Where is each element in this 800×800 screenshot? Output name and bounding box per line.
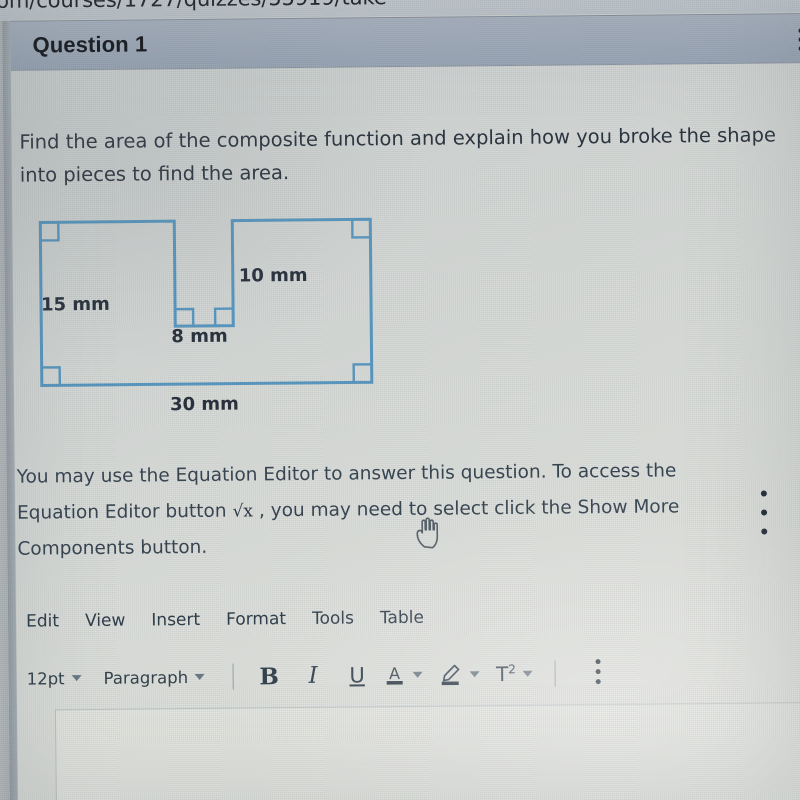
toolbar-divider (232, 663, 235, 690)
page-title: Question 1 (32, 31, 148, 58)
pointing-hand-cursor (416, 517, 439, 549)
chevron-down-icon (195, 673, 206, 680)
block-format-value: Paragraph (103, 667, 189, 688)
question-header-band: Question 1 (10, 13, 800, 71)
right-angle-marker-top-right (351, 219, 371, 239)
screen-content: om/courses/1727/quizzes/55919/take Quest… (0, 0, 800, 800)
menu-item-view[interactable]: View (85, 611, 126, 631)
highlighter-pen-icon (442, 664, 460, 686)
rce-text-entry-area[interactable] (54, 701, 800, 800)
bold-button[interactable]: B (252, 660, 286, 692)
label-notch-width: 8 mm (171, 325, 228, 348)
label-left-height: 15 mm (40, 293, 110, 316)
text-color-icon: A (387, 664, 404, 685)
highlight-color-control[interactable] (439, 661, 481, 687)
underline-button[interactable]: U (340, 659, 374, 691)
square-root-icon[interactable]: √x (226, 493, 259, 529)
menu-item-tools[interactable]: Tools (312, 608, 354, 628)
label-right-height: 10 mm (238, 264, 308, 287)
right-angle-marker-bottom-left (41, 366, 62, 386)
chevron-down-icon (470, 671, 481, 678)
menu-item-table[interactable]: Table (380, 608, 424, 628)
svg-text:A: A (390, 664, 401, 683)
menu-item-insert[interactable]: Insert (151, 610, 200, 630)
italic-button[interactable]: I (296, 660, 330, 692)
superscript-control[interactable]: T2 (496, 662, 533, 686)
font-size-select[interactable]: 12pt (26, 668, 82, 689)
rce-toolbar: 12pt Paragraph B I U A T2 (26, 656, 602, 696)
right-angle-marker-notch-right (213, 307, 234, 326)
menu-item-edit[interactable]: Edit (26, 611, 59, 631)
toolbar-divider-2 (554, 660, 557, 687)
question-body: Find the area of the composite function … (11, 62, 800, 800)
toolbar-overflow-kebab-icon[interactable] (595, 659, 602, 687)
chevron-down-icon (71, 675, 82, 682)
superscript-exponent: 2 (508, 662, 516, 677)
right-angle-marker-notch-left (175, 307, 195, 327)
chevron-down-icon (413, 671, 424, 678)
show-more-components-kebab-icon[interactable] (760, 490, 768, 538)
rce-menubar: Edit View Insert Format Tools Table (26, 608, 424, 632)
photographed-screen: om/courses/1727/quizzes/55919/take Quest… (0, 0, 800, 800)
superscript-base: T (495, 661, 509, 687)
font-size-value: 12pt (26, 668, 65, 689)
address-bar-url[interactable]: om/courses/1727/quizzes/55919/take (0, 0, 387, 13)
menu-item-format[interactable]: Format (226, 609, 286, 630)
right-angle-marker-bottom-right (352, 363, 372, 383)
right-angle-marker-top-left (40, 222, 60, 242)
equation-editor-note: You may use the Equation Editor to answe… (17, 453, 763, 568)
label-base-width: 30 mm (169, 393, 239, 416)
text-color-control[interactable]: A (384, 662, 424, 688)
block-format-select[interactable]: Paragraph (104, 667, 206, 687)
chevron-down-icon (522, 670, 533, 677)
superscript-icon: T2 (496, 662, 516, 686)
question-prompt: Find the area of the composite function … (19, 123, 777, 187)
composite-shape-figure: 15 mm 10 mm 8 mm 30 mm (18, 204, 400, 428)
